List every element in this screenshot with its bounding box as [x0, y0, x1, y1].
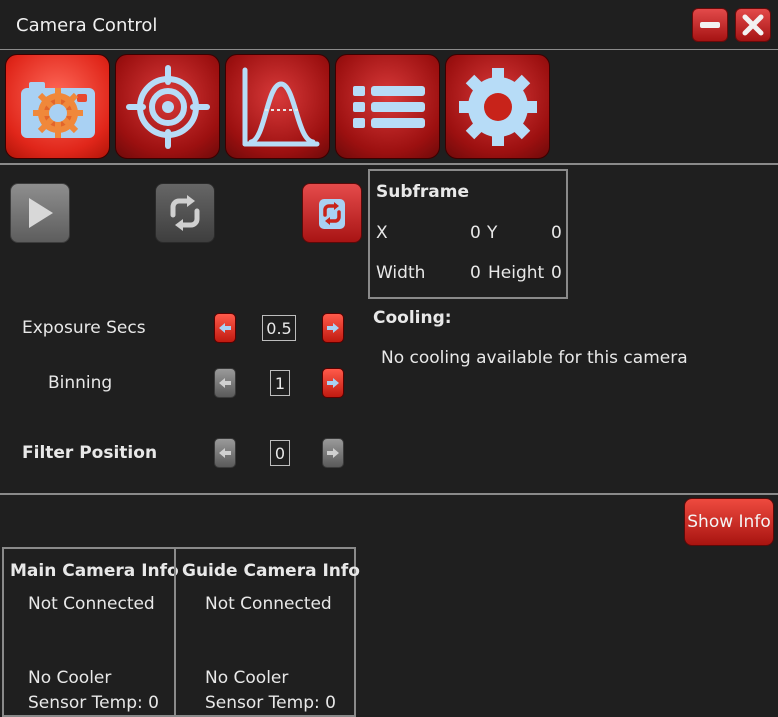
guide-camera-sensor-temp: Sensor Temp: 0 [205, 693, 336, 713]
binning-decrease-button[interactable] [214, 368, 236, 398]
tab-histogram[interactable] [225, 54, 330, 159]
tab-camera-settings[interactable] [5, 54, 110, 159]
loop-active-icon [319, 199, 345, 229]
close-button[interactable] [735, 8, 771, 42]
guide-camera-info-title: Guide Camera Info [182, 561, 360, 581]
filter-decrease-button[interactable] [214, 438, 236, 468]
subframe-y-value[interactable]: 0 [551, 223, 562, 243]
subframe-x-label: X [376, 223, 388, 243]
loop-active-button[interactable] [302, 183, 362, 243]
arrow-right-icon [327, 378, 339, 388]
cooling-title: Cooling: [373, 308, 452, 328]
guide-camera-status: Not Connected [205, 594, 332, 614]
loop-icon [170, 195, 200, 231]
filter-position-value[interactable]: 0 [270, 440, 290, 466]
histogram-icon [242, 67, 319, 146]
minimize-icon [700, 22, 720, 28]
binning-increase-button[interactable] [322, 368, 344, 398]
arrow-right-icon [327, 323, 339, 333]
arrow-left-icon [219, 448, 231, 458]
filter-increase-button[interactable] [322, 438, 344, 468]
exposure-value[interactable]: 0.5 [262, 315, 296, 341]
subframe-height-label: Height [488, 263, 545, 283]
gear-icon [458, 67, 537, 146]
arrow-left-icon [219, 323, 231, 333]
subframe-x-value[interactable]: 0 [470, 223, 481, 243]
subframe-width-label: Width [376, 263, 426, 283]
tab-list[interactable] [335, 54, 440, 159]
arrow-left-icon [219, 378, 231, 388]
window-title: Camera Control [16, 15, 158, 36]
list-icon [352, 85, 425, 128]
section-divider [0, 493, 778, 495]
binning-value[interactable]: 1 [270, 370, 290, 396]
filter-position-label: Filter Position [22, 443, 158, 463]
loop-button[interactable] [155, 183, 215, 243]
main-camera-sensor-temp: Sensor Temp: 0 [28, 693, 159, 713]
subframe-title: Subframe [376, 182, 470, 202]
target-icon [125, 64, 210, 149]
main-camera-status: Not Connected [28, 594, 155, 614]
exposure-label: Exposure Secs [22, 318, 146, 338]
play-icon [29, 198, 53, 228]
minimize-button[interactable] [692, 8, 728, 42]
guide-camera-cooler: No Cooler [205, 668, 289, 688]
camera-settings-icon [20, 81, 95, 138]
play-button[interactable] [10, 183, 70, 243]
tab-settings[interactable] [445, 54, 550, 159]
binning-label: Binning [48, 373, 113, 393]
subframe-height-value[interactable]: 0 [551, 263, 562, 283]
show-info-button[interactable]: Show Info [684, 498, 774, 546]
cooling-message: No cooling available for this camera [381, 348, 688, 368]
subframe-width-value[interactable]: 0 [470, 263, 481, 283]
subframe-y-label: Y [487, 223, 498, 243]
close-icon [742, 14, 764, 36]
main-camera-info-title: Main Camera Info [10, 561, 179, 581]
arrow-right-icon [327, 448, 339, 458]
tab-target[interactable] [115, 54, 220, 159]
main-camera-cooler: No Cooler [28, 668, 112, 688]
exposure-decrease-button[interactable] [214, 313, 236, 343]
exposure-increase-button[interactable] [322, 313, 344, 343]
